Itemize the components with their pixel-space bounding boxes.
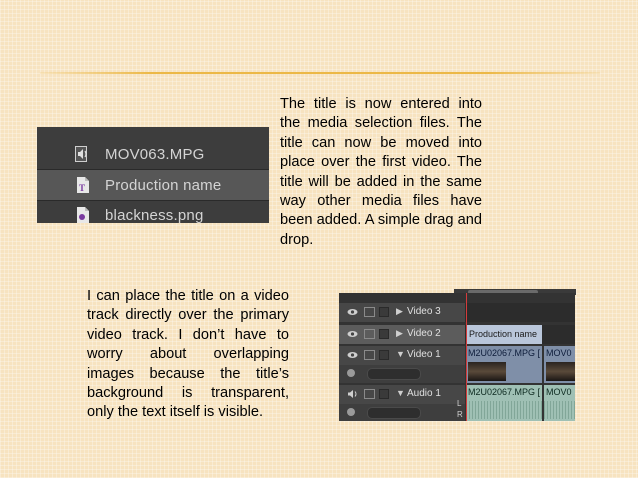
expand-arrow-icon[interactable]: ▶ — [396, 328, 403, 339]
audio-clip[interactable]: MOV0 — [544, 385, 575, 421]
media-item-mov063[interactable]: MOV063.MPG — [37, 139, 269, 169]
sync-lock-toggle[interactable] — [379, 389, 389, 399]
playhead[interactable] — [466, 293, 467, 421]
instruction-paragraph-2: I can place the title on a video track d… — [87, 288, 289, 421]
audio-video-file-icon — [73, 144, 93, 164]
keyframe-navigator[interactable] — [367, 368, 421, 380]
track-name: Video 2 — [407, 328, 441, 339]
clip-label: M2U02067.MPG [ — [468, 348, 541, 358]
track-controls-audio-1 — [339, 404, 465, 421]
track-header-video-1[interactable]: ▼ Video 1 — [339, 346, 465, 365]
track-header-video-2[interactable]: ▶ Video 2 — [339, 325, 465, 344]
lock-toggle[interactable] — [364, 329, 375, 339]
audio-waveform — [544, 401, 575, 419]
video-clip[interactable]: M2U02067.MPG [ — [466, 346, 542, 383]
svg-text:T: T — [79, 183, 85, 193]
audio-clip[interactable]: M2U02067.MPG [ — [466, 385, 542, 421]
audio-channel-right: R — [457, 410, 463, 419]
lock-toggle[interactable] — [364, 307, 375, 317]
video-clip[interactable]: MOV0 — [544, 346, 575, 383]
sync-lock-toggle[interactable] — [379, 329, 389, 339]
clip-label: MOV0 — [546, 348, 572, 358]
media-panel: MOV063.MPG T Production name blackness.p… — [37, 127, 269, 223]
keyframe-navigator[interactable] — [367, 407, 421, 419]
timeline-panel: ▶ Video 3 ▶ Video 2 ▼ Video 1 ▼ Audio 1 … — [339, 293, 575, 421]
media-item-blackness[interactable]: blackness.png — [37, 200, 269, 223]
track-header-video-3[interactable]: ▶ Video 3 — [339, 303, 465, 322]
lock-toggle[interactable] — [364, 389, 375, 399]
keyframe-icon[interactable] — [347, 369, 355, 377]
collapse-arrow-icon[interactable]: ▼ — [396, 349, 405, 359]
title-clip[interactable]: Production name — [466, 325, 542, 344]
keyframe-icon[interactable] — [347, 408, 355, 416]
media-item-label: Production name — [105, 176, 222, 194]
sync-lock-toggle[interactable] — [379, 307, 389, 317]
clip-label: M2U02067.MPG [ — [468, 387, 541, 397]
track-name: Video 1 — [407, 349, 441, 360]
audio-channel-left: L — [457, 399, 462, 408]
clip-thumbnail — [546, 362, 575, 381]
track-header-audio-1[interactable]: ▼ Audio 1 — [339, 385, 465, 404]
speaker-icon[interactable] — [347, 390, 358, 398]
track-lane-video-3 — [465, 303, 575, 322]
image-file-icon — [73, 205, 93, 223]
media-item-label: MOV063.MPG — [105, 145, 205, 163]
track-name: Audio 1 — [407, 388, 441, 399]
media-item-production-name[interactable]: T Production name — [37, 170, 269, 200]
eye-icon[interactable] — [347, 308, 358, 316]
eye-icon[interactable] — [347, 351, 358, 359]
audio-waveform — [466, 401, 542, 419]
eye-icon[interactable] — [347, 330, 358, 338]
lock-toggle[interactable] — [364, 350, 375, 360]
media-item-partial — [37, 127, 269, 135]
expand-arrow-icon[interactable]: ▶ — [396, 306, 403, 317]
instruction-paragraph-1: The title is now entered into the media … — [280, 96, 482, 248]
track-controls-video-1 — [339, 365, 465, 383]
collapse-arrow-icon[interactable]: ▼ — [396, 388, 405, 398]
title-file-icon: T — [73, 175, 93, 195]
track-name: Video 3 — [407, 306, 441, 317]
clip-label: MOV0 — [546, 387, 572, 397]
media-item-label: blackness.png — [105, 206, 204, 224]
title-divider-rule — [40, 72, 600, 74]
clip-thumbnail — [468, 362, 506, 381]
sync-lock-toggle[interactable] — [379, 350, 389, 360]
